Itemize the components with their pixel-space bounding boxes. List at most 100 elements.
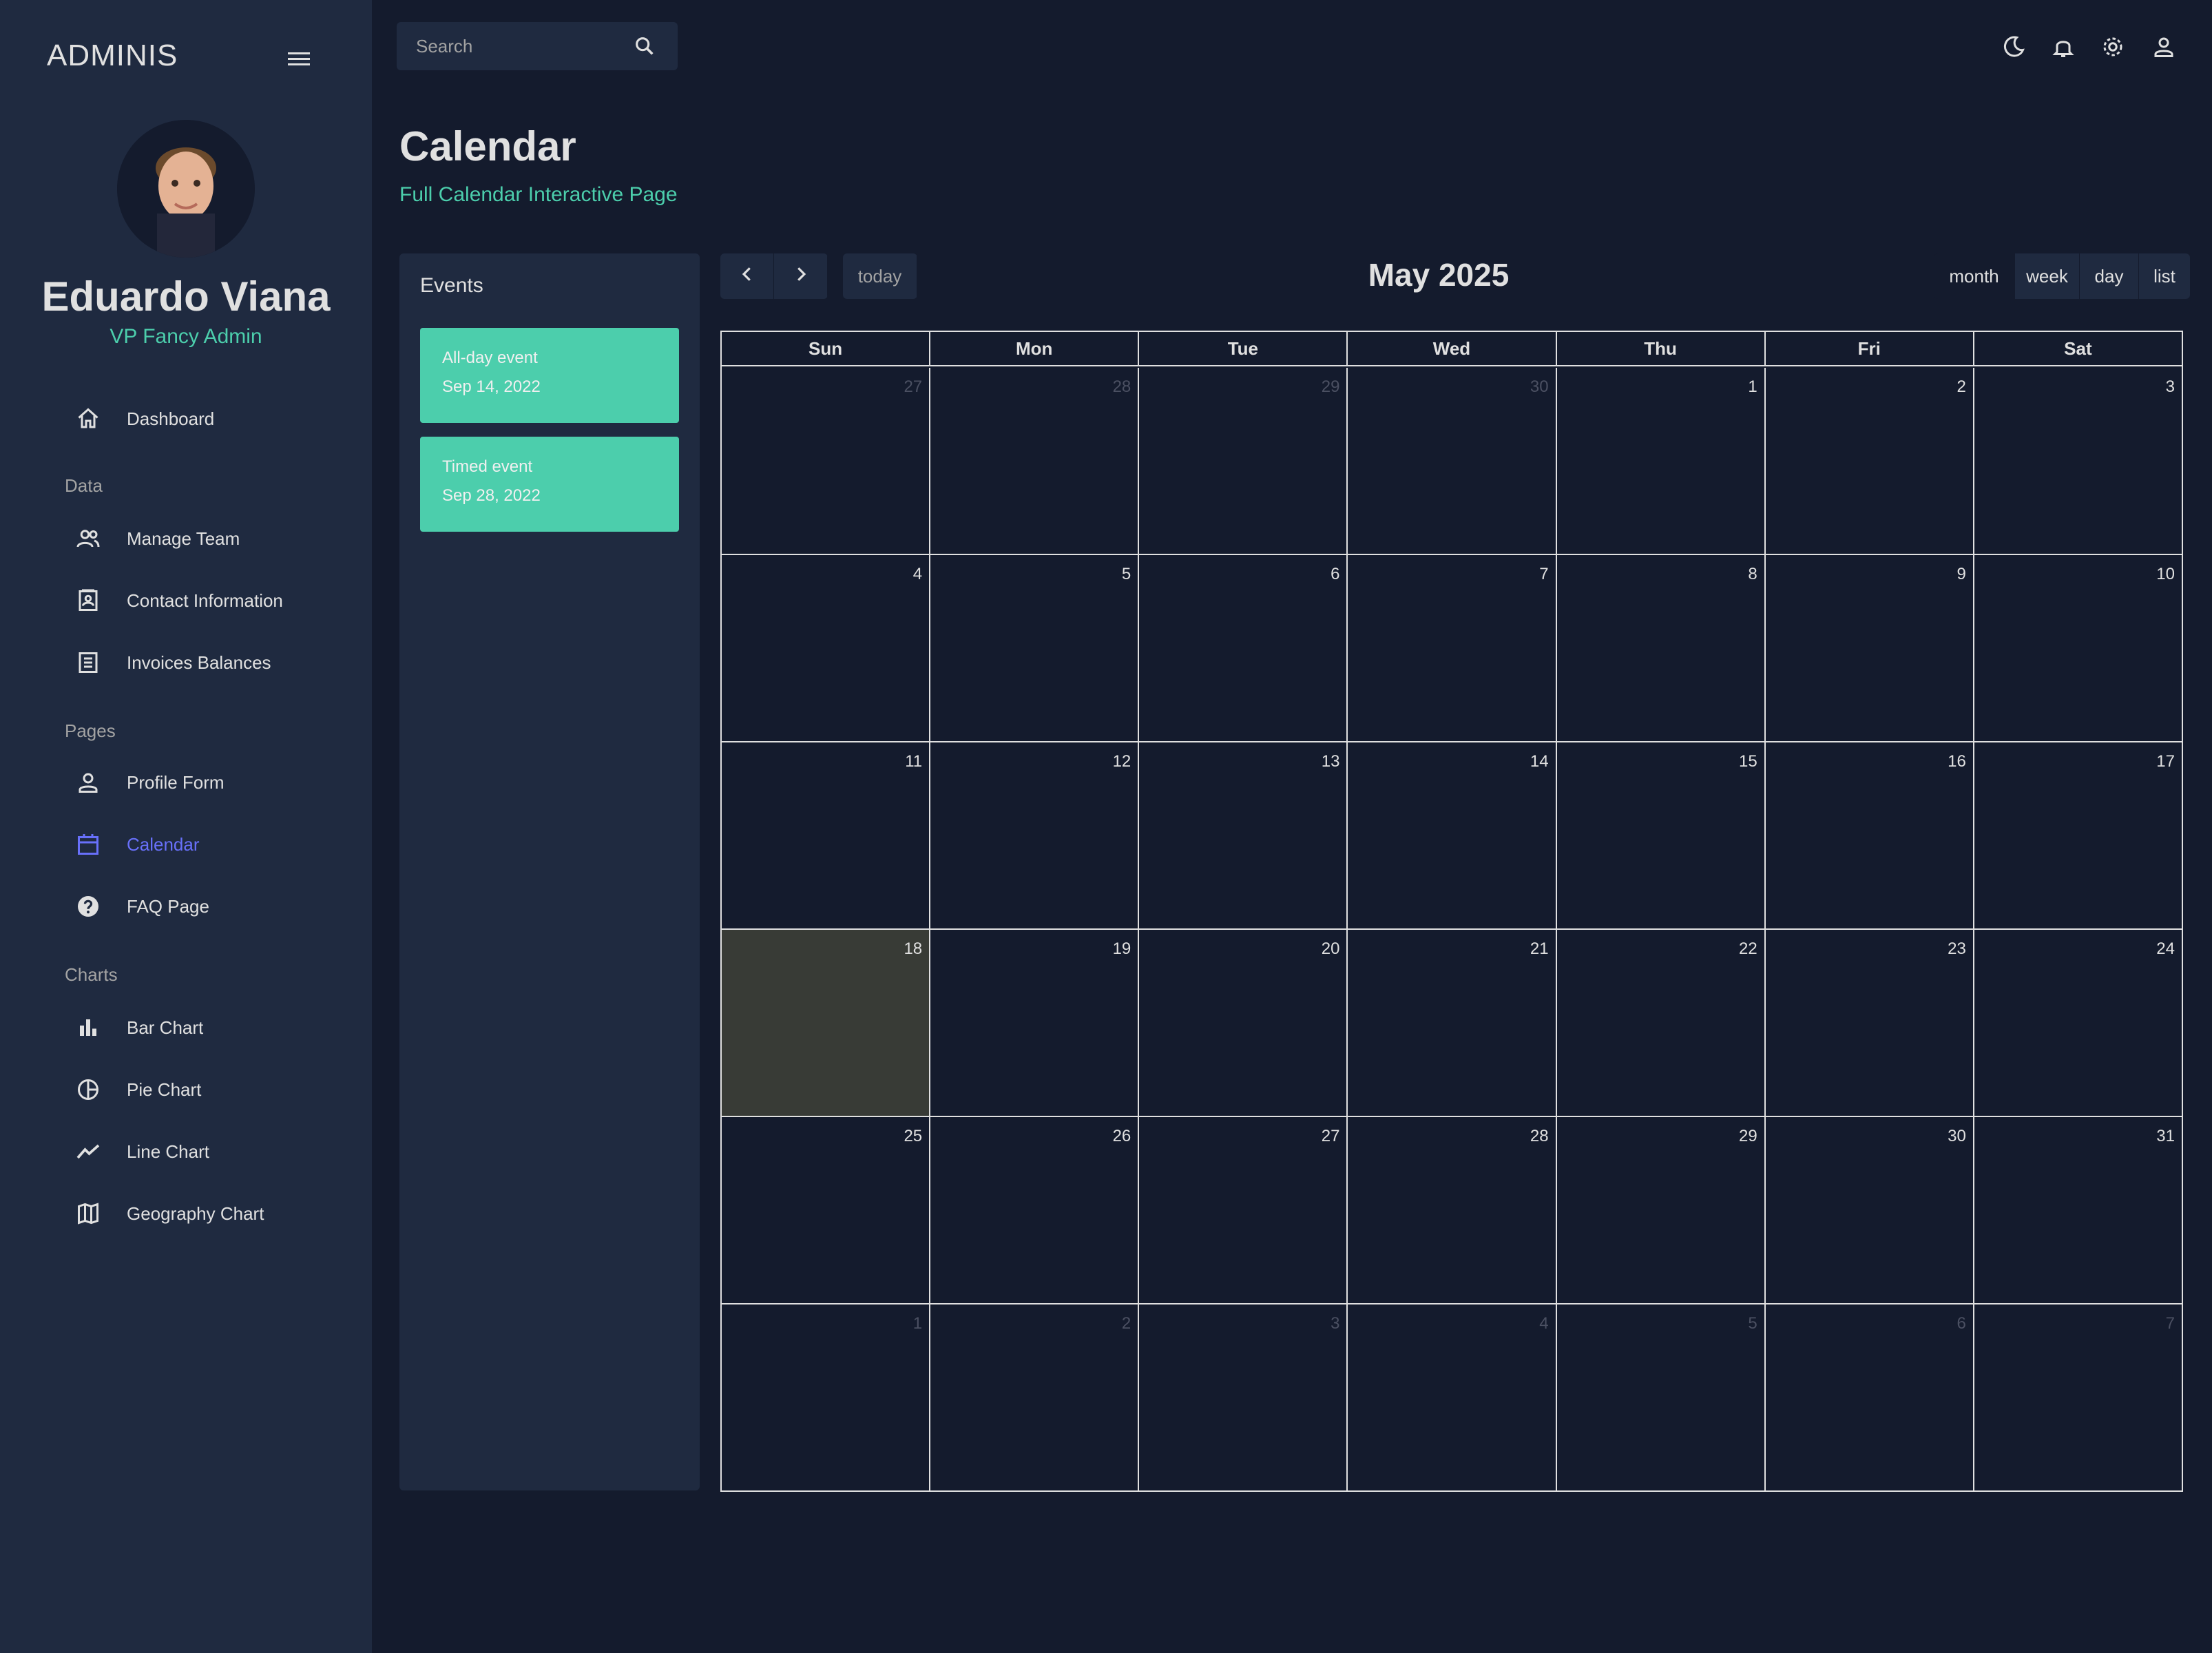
calendar-day[interactable]: 1 (1557, 368, 1766, 554)
calendar-day[interactable]: 29 (1139, 368, 1348, 554)
events-panel: Events All-day event Sep 14, 2022 Timed … (399, 253, 700, 1490)
sidebar-item-label: Dashboard (127, 408, 215, 429)
calendar-day[interactable]: 5 (930, 555, 1140, 741)
view-list-button[interactable]: list (2139, 253, 2190, 299)
sidebar-item-label: Profile Form (127, 771, 225, 793)
calendar-week: 11 12 13 14 15 16 17 (722, 742, 2182, 930)
weekday-header: Sun Mon Tue Wed Thu Fri Sat (722, 332, 2182, 366)
day-number: 27 (1321, 1127, 1340, 1145)
calendar-day[interactable]: 14 (1348, 742, 1557, 928)
day-number: 7 (1539, 565, 1549, 583)
sidebar-item-label: Manage Team (127, 528, 240, 549)
calendar-day[interactable]: 4 (722, 555, 931, 741)
calendar-day[interactable]: 26 (930, 1117, 1140, 1303)
help-icon (72, 890, 105, 923)
calendar-day[interactable]: 13 (1139, 742, 1348, 928)
calendar-day[interactable]: 10 (1974, 555, 2182, 741)
sidebar-item-line-chart[interactable]: Line Chart (72, 1131, 361, 1172)
calendar-day[interactable]: 4 (1348, 1304, 1557, 1490)
avatar (117, 120, 255, 258)
day-number: 18 (904, 939, 923, 958)
event-item[interactable]: Timed event Sep 28, 2022 (420, 437, 679, 532)
calendar-day[interactable]: 19 (930, 930, 1140, 1116)
calendar-day[interactable]: 5 (1557, 1304, 1766, 1490)
sidebar-item-manage-team[interactable]: Manage Team (72, 518, 361, 559)
sidebar-item-contact-information[interactable]: Contact Information (72, 580, 361, 621)
day-number: 27 (904, 377, 923, 396)
dark-mode-icon[interactable] (1994, 28, 2033, 66)
calendar-day[interactable]: 11 (722, 742, 931, 928)
weekday-label: Wed (1348, 332, 1557, 365)
search-input[interactable] (397, 22, 624, 70)
calendar-day[interactable]: 8 (1557, 555, 1766, 741)
notifications-icon[interactable] (2044, 28, 2083, 66)
calendar-day[interactable]: 21 (1348, 930, 1557, 1116)
calendar-week: 1 2 3 4 5 6 7 (722, 1304, 2182, 1490)
event-date: Sep 14, 2022 (442, 377, 541, 396)
calendar-day[interactable]: 1 (722, 1304, 931, 1490)
calendar-day[interactable]: 22 (1557, 930, 1766, 1116)
calendar-day[interactable]: 31 (1974, 1117, 2182, 1303)
day-number: 2 (1121, 1314, 1131, 1333)
sidebar-item-dashboard[interactable]: Dashboard (72, 398, 361, 439)
sidebar-item-pie-chart[interactable]: Pie Chart (72, 1069, 361, 1110)
calendar-day-today[interactable]: 18 (722, 930, 931, 1116)
profile-icon[interactable] (2145, 28, 2183, 66)
calendar-day[interactable]: 28 (1348, 1117, 1557, 1303)
view-week-button[interactable]: week (2015, 253, 2080, 299)
calendar-day[interactable]: 27 (1139, 1117, 1348, 1303)
day-number: 2 (1957, 377, 1966, 396)
sidebar-item-faq-page[interactable]: FAQ Page (72, 886, 361, 927)
day-number: 5 (1121, 565, 1131, 583)
settings-icon[interactable] (2094, 28, 2132, 66)
sidebar-item-label: Calendar (127, 833, 200, 855)
calendar-day[interactable]: 7 (1348, 555, 1557, 741)
menu-icon[interactable] (281, 45, 317, 73)
calendar-day[interactable]: 29 (1557, 1117, 1766, 1303)
calendar-day[interactable]: 2 (930, 1304, 1140, 1490)
section-label-charts: Charts (65, 964, 118, 985)
calendar-day[interactable]: 17 (1974, 742, 2182, 928)
day-number: 10 (2156, 565, 2175, 583)
day-number: 17 (2156, 752, 2175, 771)
calendar-day[interactable]: 30 (1766, 1117, 1974, 1303)
day-number: 28 (1530, 1127, 1549, 1145)
calendar-day[interactable]: 9 (1766, 555, 1974, 741)
event-item[interactable]: All-day event Sep 14, 2022 (420, 328, 679, 423)
sidebar-item-invoices-balances[interactable]: Invoices Balances (72, 642, 361, 683)
calendar-day[interactable]: 30 (1348, 368, 1557, 554)
calendar-day[interactable]: 12 (930, 742, 1140, 928)
calendar-day[interactable]: 6 (1139, 555, 1348, 741)
sidebar-item-profile-form[interactable]: Profile Form (72, 762, 361, 803)
day-number: 3 (1331, 1314, 1340, 1333)
sidebar-item-bar-chart[interactable]: Bar Chart (72, 1007, 361, 1048)
day-number: 1 (1748, 377, 1757, 396)
sidebar-item-calendar[interactable]: Calendar (72, 824, 361, 865)
sidebar-item-geography-chart[interactable]: Geography Chart (72, 1193, 361, 1234)
calendar-day[interactable]: 28 (930, 368, 1140, 554)
calendar-day[interactable]: 23 (1766, 930, 1974, 1116)
day-number: 7 (2165, 1314, 2175, 1333)
calendar-day[interactable]: 7 (1974, 1304, 2182, 1490)
weekday-label: Fri (1766, 332, 1974, 365)
search-box (397, 22, 678, 70)
calendar-day[interactable]: 15 (1557, 742, 1766, 928)
view-month-button[interactable]: month (1934, 253, 2015, 299)
day-number: 6 (1957, 1314, 1966, 1333)
calendar-day[interactable]: 6 (1766, 1304, 1974, 1490)
calendar-day[interactable]: 27 (722, 368, 931, 554)
pie-chart-icon (72, 1073, 105, 1106)
day-number: 23 (1948, 939, 1966, 958)
calendar-day[interactable]: 20 (1139, 930, 1348, 1116)
event-title: All-day event (442, 349, 538, 367)
event-title: Timed event (442, 457, 533, 476)
calendar-day[interactable]: 3 (1974, 368, 2182, 554)
calendar-day[interactable]: 16 (1766, 742, 1974, 928)
contacts-icon (72, 584, 105, 617)
calendar-day[interactable]: 3 (1139, 1304, 1348, 1490)
calendar-day[interactable]: 24 (1974, 930, 2182, 1116)
calendar-day[interactable]: 25 (722, 1117, 931, 1303)
calendar-day[interactable]: 2 (1766, 368, 1974, 554)
view-day-button[interactable]: day (2080, 253, 2139, 299)
search-icon[interactable] (624, 25, 665, 67)
